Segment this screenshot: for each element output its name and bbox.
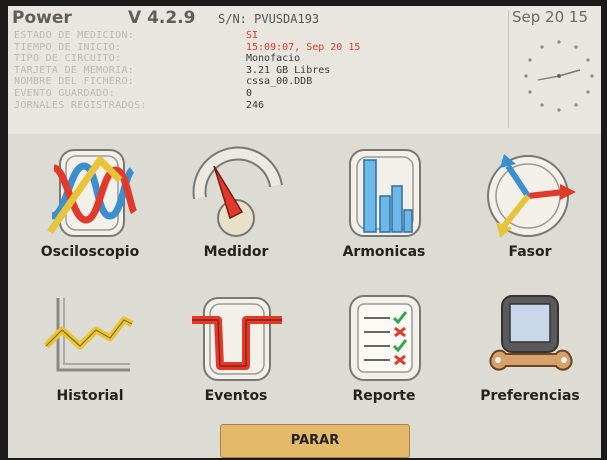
menu-item-medidor[interactable]: Medidor xyxy=(166,146,306,286)
menu-item-osciloscopio[interactable]: Osciloscopio xyxy=(20,146,160,286)
menu-item-label: Preferencias xyxy=(480,388,580,404)
device-screen: Power V 4.2.9 S/N: PVUSDA193 ESTADO DE M… xyxy=(8,6,601,458)
menu-item-armonicas[interactable]: Armonicas xyxy=(314,146,454,286)
oscilloscope-icon xyxy=(47,149,138,237)
status-label: TARJETA DE MEMORIA: xyxy=(14,64,135,76)
start-time-value: 15:09:07, Sep 20 15 xyxy=(246,41,361,53)
events-icon xyxy=(192,297,282,381)
current-date: Sep 20 15 xyxy=(512,8,588,26)
menu-item-label: Reporte xyxy=(352,388,416,404)
measurement-state-value: SI xyxy=(246,30,259,41)
saved-events-value: 0 xyxy=(246,87,253,99)
status-label: EVENTO GUARDADO: xyxy=(14,87,116,99)
menu-item-label: Eventos xyxy=(204,388,268,404)
status-label: NOMBRE DEL FICHERO: xyxy=(14,76,135,88)
menu-item-label: Fasor xyxy=(508,244,552,260)
stop-button-label: PARAR xyxy=(290,433,340,448)
brand-name: Power xyxy=(12,8,72,28)
report-icon xyxy=(349,295,421,381)
menu-item-eventos[interactable]: Eventos xyxy=(166,290,306,430)
firmware-version: V 4.2.9 xyxy=(128,8,196,28)
status-label: TIEMPO DE INICIO: xyxy=(14,41,122,53)
status-label: TIPO DE CIRCUITO: xyxy=(14,53,122,65)
status-header: Power V 4.2.9 S/N: PVUSDA193 ESTADO DE M… xyxy=(8,6,601,134)
preferences-icon xyxy=(489,295,573,371)
file-name-value: cssa_00.DDB xyxy=(246,76,313,88)
history-icon xyxy=(43,298,134,372)
memory-card-value: 3.21 GB Libres xyxy=(246,64,331,76)
stop-button[interactable]: PARAR xyxy=(220,424,410,458)
status-values: SI 15:09:07, Sep 20 15 Monofacio 3.21 GB… xyxy=(246,30,360,111)
menu-item-label: Historial xyxy=(56,388,124,404)
meter-icon xyxy=(192,146,283,237)
status-labels: ESTADO DE MEDICION: TIEMPO DE INICIO: TI… xyxy=(14,30,147,111)
phasor-icon xyxy=(487,154,576,238)
logged-journals-value: 246 xyxy=(246,99,265,111)
circuit-type-value: Monofacio xyxy=(246,53,301,65)
harmonics-icon xyxy=(349,149,421,237)
main-menu: Osciloscopio Medidor Armonicas Fasor His… xyxy=(8,140,601,422)
status-label: JORNALES REGISTRADOS: xyxy=(14,99,147,111)
clock-icon xyxy=(524,40,594,112)
menu-item-label: Armonicas xyxy=(342,244,426,260)
menu-item-fasor[interactable]: Fasor xyxy=(460,146,600,286)
menu-item-label: Medidor xyxy=(203,244,269,260)
menu-item-preferencias[interactable]: Preferencias xyxy=(460,290,600,430)
serial-number: S/N: PVUSDA193 xyxy=(218,12,320,26)
menu-item-historial[interactable]: Historial xyxy=(20,290,160,430)
menu-item-reporte[interactable]: Reporte xyxy=(314,290,454,430)
status-label: ESTADO DE MEDICION: xyxy=(14,30,135,41)
menu-item-label: Osciloscopio xyxy=(40,244,140,260)
